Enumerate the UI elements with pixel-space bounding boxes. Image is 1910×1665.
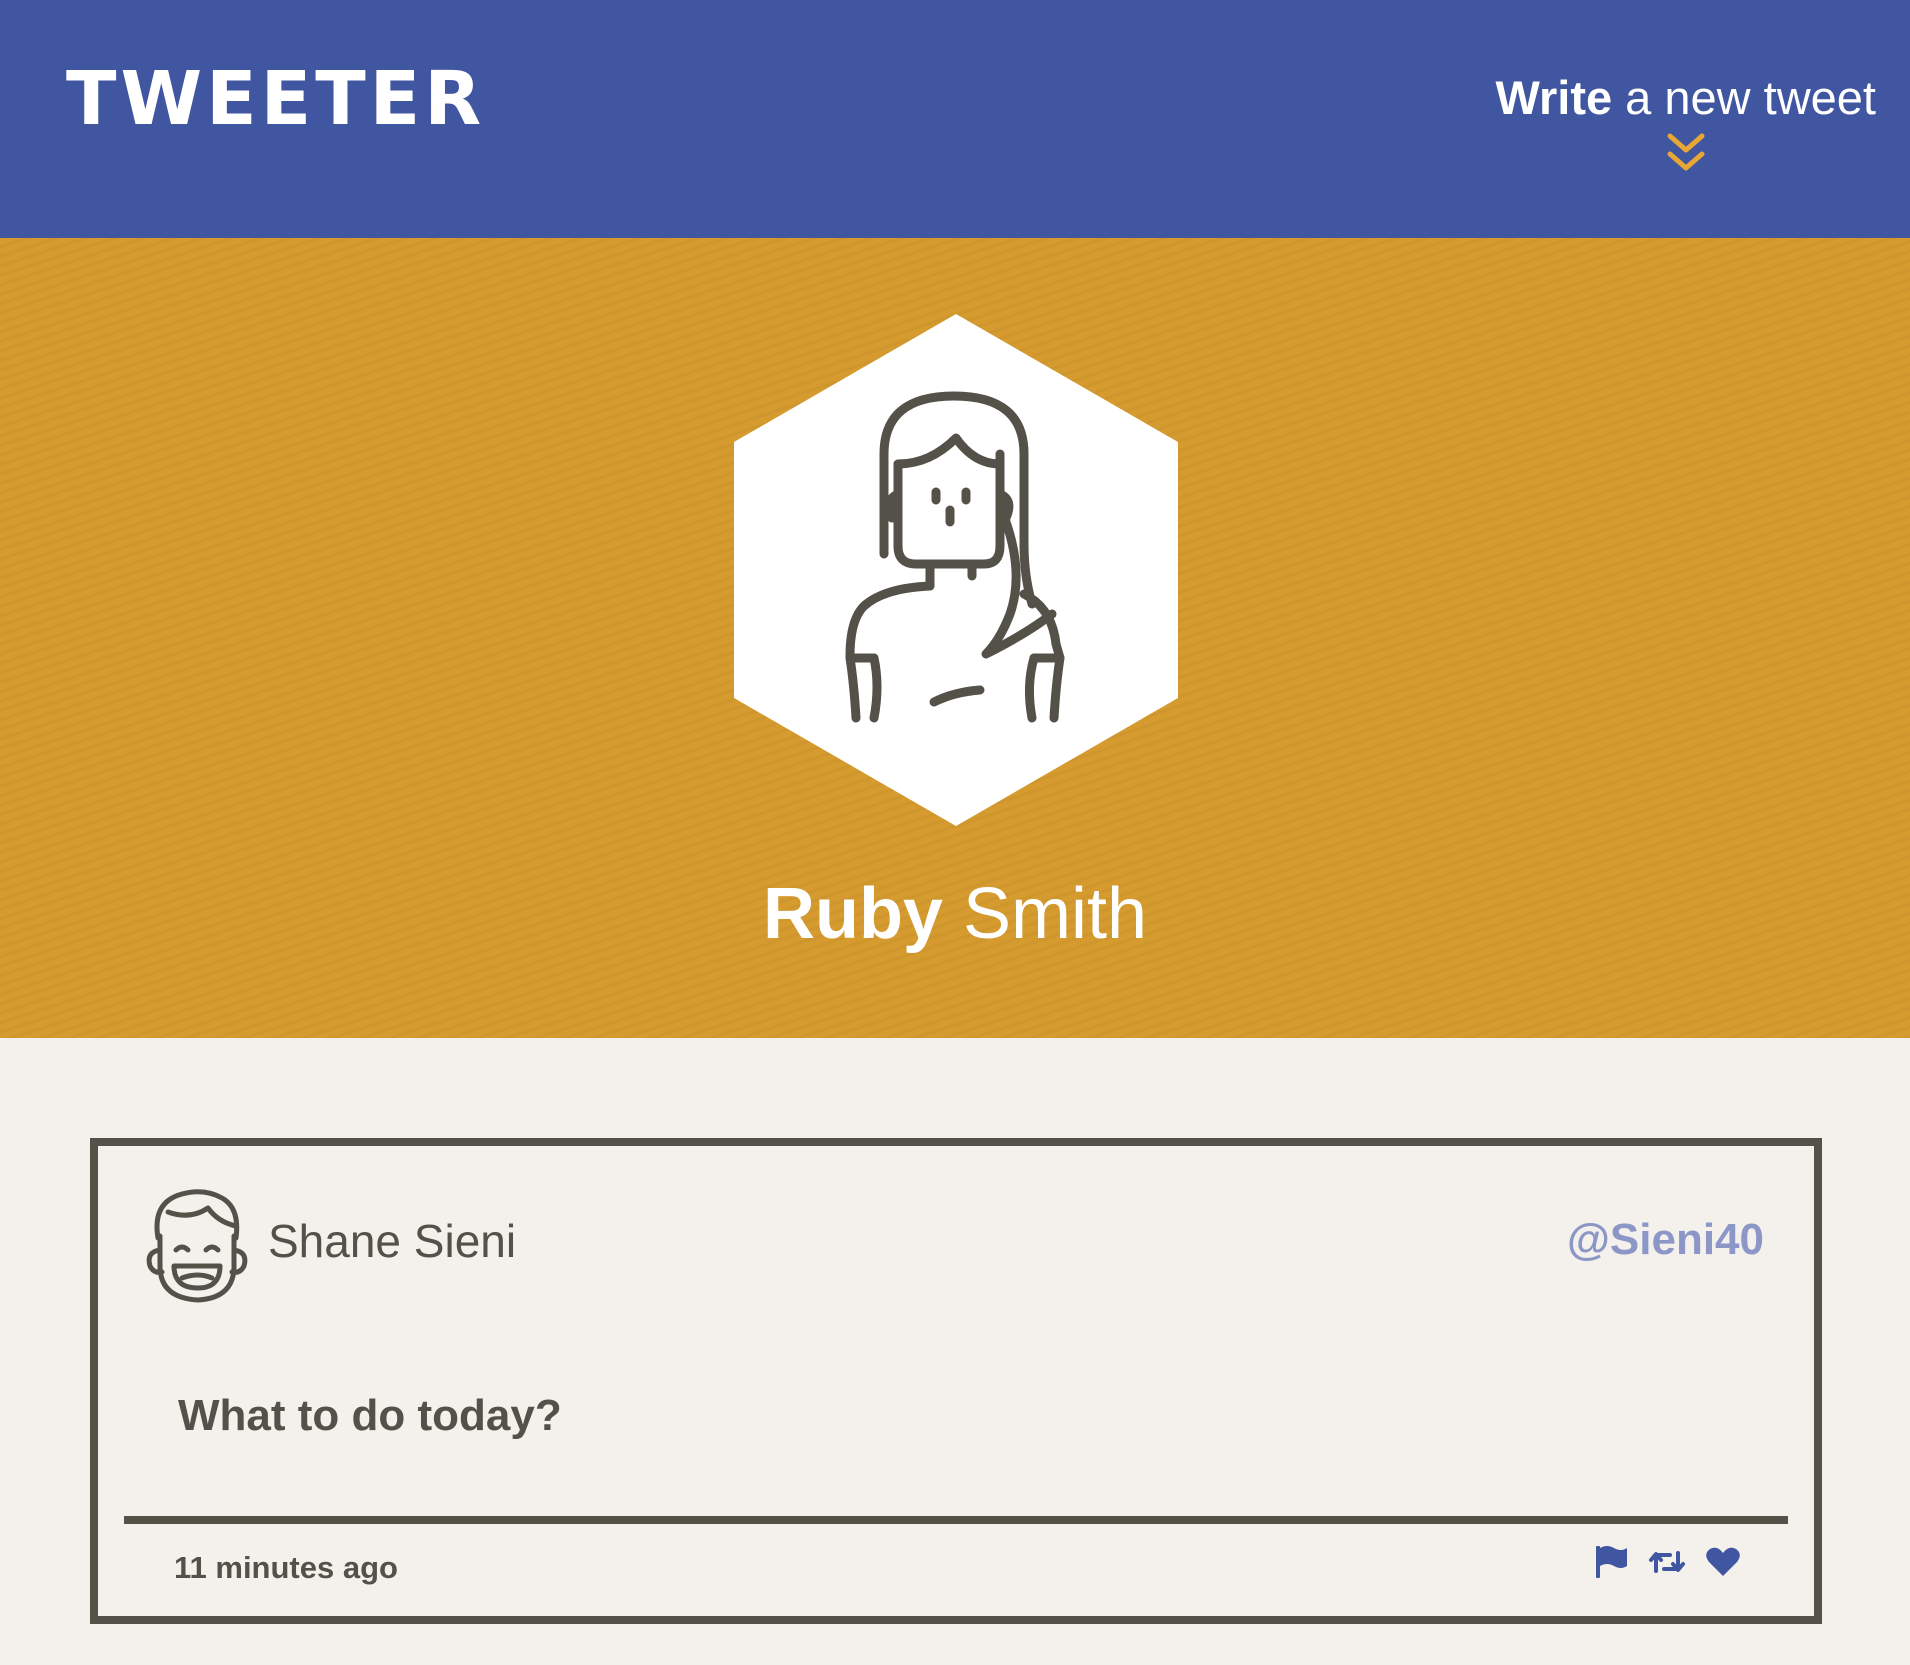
navbar: TWEETER Write a new tweet [0, 0, 1910, 238]
retweet-button[interactable] [1648, 1542, 1686, 1582]
profile-last-name: Smith [962, 874, 1148, 954]
tweet-content: What to do today? [178, 1391, 562, 1440]
tweet-timestamp: 11 minutes ago [174, 1550, 398, 1585]
like-button[interactable] [1704, 1542, 1742, 1582]
brand-logo[interactable]: TWEETER [66, 62, 485, 136]
profile-header: Ruby Smith [0, 238, 1910, 1038]
tweet-card: Shane Sieni @Sieni40 What to do today? 1… [90, 1138, 1822, 1624]
compose-label-rest: a new tweet [1612, 71, 1876, 124]
heart-icon [1706, 1547, 1740, 1576]
tweet-author-name[interactable]: Shane Sieni [268, 1218, 516, 1264]
compose-label-strong: Write [1495, 71, 1613, 124]
profile-name: Ruby Smith [0, 878, 1910, 950]
compose-label[interactable]: Write a new tweet [1495, 70, 1876, 126]
retweet-icon [1649, 1551, 1685, 1573]
compose-tweet-toggle[interactable]: Write a new tweet [1495, 70, 1876, 176]
double-chevron-down-icon[interactable] [1666, 132, 1706, 176]
tweet-divider [124, 1516, 1788, 1524]
laughing-man-avatar-icon [146, 1189, 248, 1303]
tweet-author-handle[interactable]: @Sieni40 [1567, 1218, 1764, 1262]
flag-button[interactable] [1592, 1542, 1630, 1582]
profile-first-name: Ruby [762, 874, 943, 954]
flag-icon [1596, 1546, 1627, 1578]
woman-avatar-icon [734, 314, 1178, 826]
tweet-actions [1592, 1542, 1742, 1582]
